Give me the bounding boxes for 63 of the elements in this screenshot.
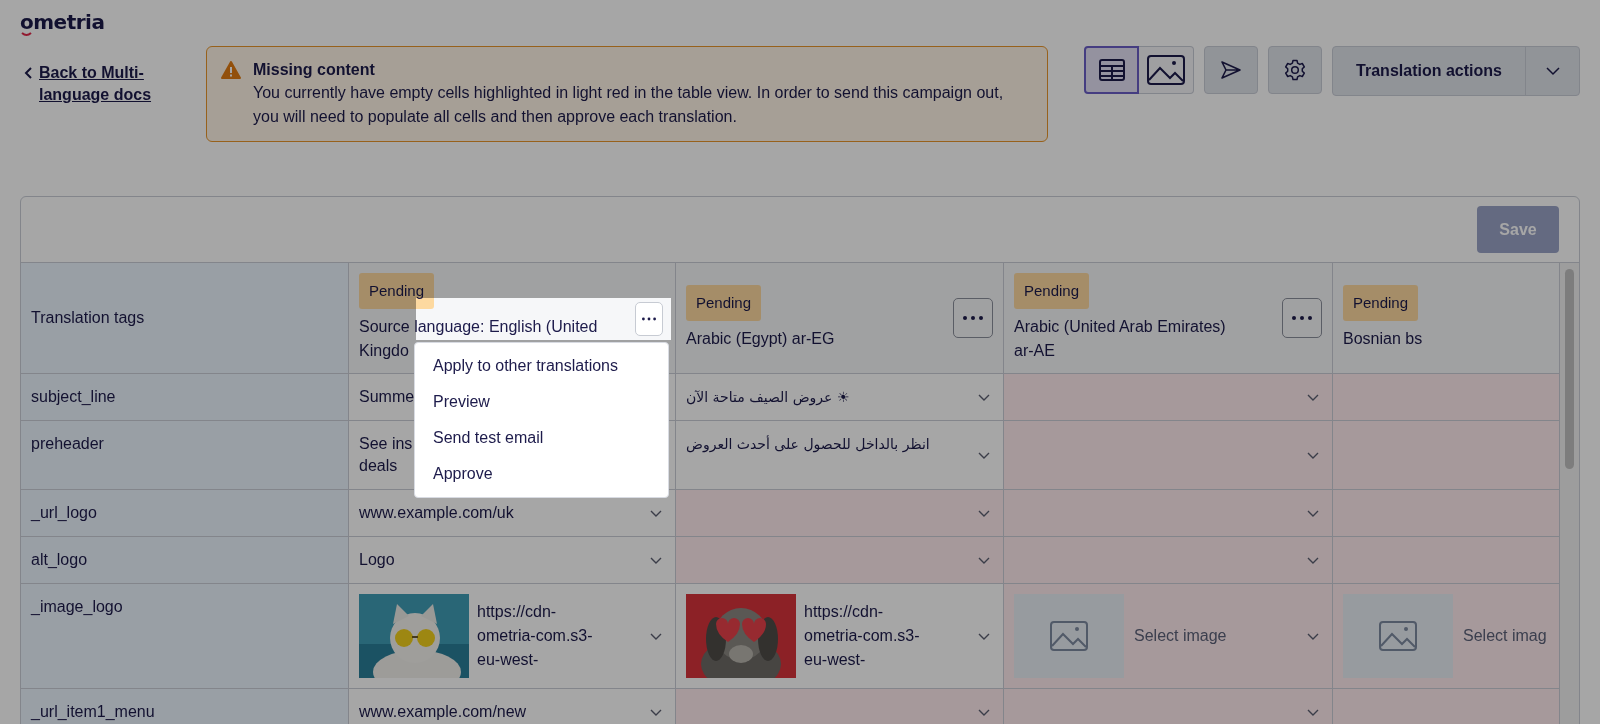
language-name: Arabic (United Arab Emirates) xyxy=(1014,317,1227,337)
cell-text: انظر بالداخل للحصول على أحدث العروض xyxy=(686,434,930,455)
cell-text: deals xyxy=(359,456,398,476)
image-icon xyxy=(1049,620,1089,652)
tag-column-header: Translation tags xyxy=(21,263,349,374)
empty-cell[interactable]: Select imag xyxy=(1333,584,1560,689)
cell-text: See ins xyxy=(359,434,413,454)
translation-actions-button[interactable]: Translation actions xyxy=(1333,47,1525,95)
image-view-button[interactable] xyxy=(1139,46,1194,94)
cell-text: www.example.com/new xyxy=(359,702,527,722)
language-name: Kingdo xyxy=(359,341,410,361)
more-icon xyxy=(642,317,656,321)
table-view-button[interactable] xyxy=(1084,46,1139,94)
image-placeholder[interactable] xyxy=(1343,594,1453,678)
tag-name: _image_logo xyxy=(21,584,349,689)
cell-text: www.example.com/uk xyxy=(359,503,514,523)
back-link[interactable]: Back to Multi-language docs xyxy=(39,62,174,106)
cell-text: ☀ عروض الصيف متاحة الآن xyxy=(686,388,850,408)
tag-name: subject_line xyxy=(21,374,349,421)
menu-item[interactable]: Preview xyxy=(415,384,508,420)
tag-name: alt_logo xyxy=(21,537,349,584)
cell-text: Logo xyxy=(359,550,395,570)
select-image-label: Select imag xyxy=(1463,627,1548,645)
more-icon xyxy=(1292,316,1312,320)
select-image-label: Select image xyxy=(1134,627,1228,645)
send-icon xyxy=(1220,60,1242,80)
scrollbar[interactable] xyxy=(1560,263,1579,724)
tag-name: _url_logo xyxy=(21,490,349,537)
chevron-icon xyxy=(1544,66,1561,76)
smile-icon xyxy=(21,32,32,37)
image-placeholder[interactable] xyxy=(1014,594,1124,678)
language-name: Source language: English (United xyxy=(359,317,599,337)
cell-text: Summe xyxy=(359,387,415,407)
logo: ometria xyxy=(20,10,105,34)
warning-icon xyxy=(221,61,241,79)
send-button[interactable] xyxy=(1204,46,1258,94)
back-icon[interactable] xyxy=(24,67,33,79)
alert-message: You currently have empty cells highlighted in light red in the table view. In order to send this campaign out, you will need to populate all cells and then approve each translation. xyxy=(253,83,1005,127)
more-button[interactable] xyxy=(1282,298,1322,338)
tag-name: preheader xyxy=(21,421,349,490)
more-icon xyxy=(963,316,983,320)
settings-icon xyxy=(1284,59,1306,81)
alert-title: Missing content xyxy=(253,60,376,80)
menu-item[interactable]: Approve xyxy=(415,456,511,492)
more-button[interactable] xyxy=(953,298,993,338)
image-url: https://cdn-ometria-com.s3-eu-west- xyxy=(477,602,594,670)
status-badge: Pending xyxy=(686,285,762,321)
language-name: ar-AE xyxy=(1014,341,1056,361)
image-icon xyxy=(1378,620,1418,652)
settings-button[interactable] xyxy=(1268,46,1322,94)
status-badge: Pending xyxy=(1014,273,1090,309)
image-icon xyxy=(1146,54,1186,86)
menu-item[interactable]: Send test email xyxy=(415,420,562,456)
image-url: https://cdn-ometria-com.s3-eu-west- xyxy=(804,602,921,670)
empty-cell[interactable]: Select image xyxy=(1004,584,1333,689)
status-badge: Pending xyxy=(359,273,435,309)
tag-name: _url_item1_menu xyxy=(21,689,349,724)
language-name: Bosnian bs xyxy=(1343,329,1424,349)
menu-item[interactable]: Apply to other translations xyxy=(415,348,636,384)
table-icon xyxy=(1098,59,1125,81)
status-badge: Pending xyxy=(1343,285,1419,321)
language-name: Arabic (Egypt) ar-EG xyxy=(686,329,836,349)
split-button[interactable]: Translation actions xyxy=(1332,46,1580,96)
